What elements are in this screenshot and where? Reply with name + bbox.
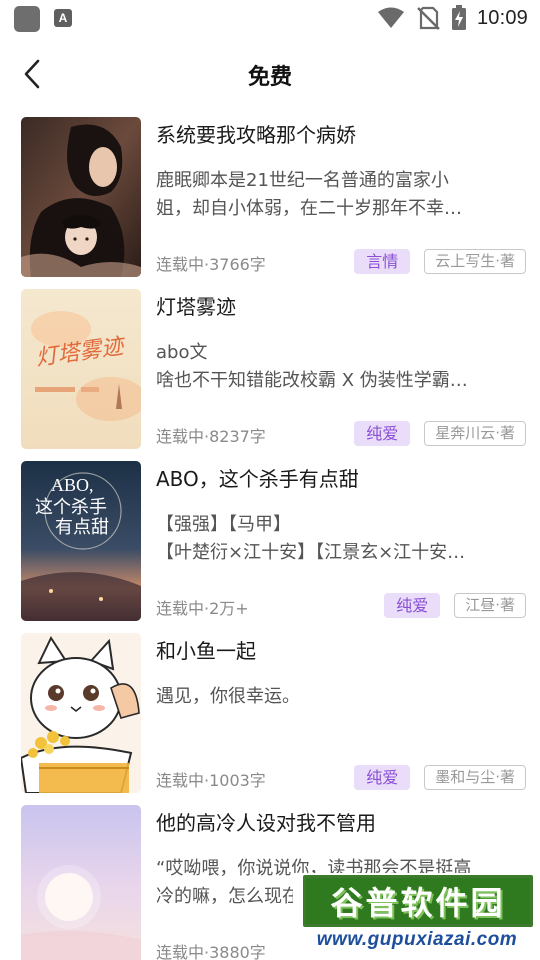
status-bar: A 10:09 — [0, 0, 540, 36]
book-list: 系统要我攻略那个病娇 鹿眠卿本是21世纪一名普通的富家小 姐，却自小体弱，在二十… — [0, 117, 540, 960]
app-header: 免费 — [0, 48, 540, 100]
battery-charging-icon — [451, 5, 466, 30]
book-cover[interactable] — [21, 117, 141, 277]
genre-tag: 言情 — [354, 249, 411, 274]
author-tag: 江昼·著 — [454, 593, 526, 618]
author-tag: 墨和与尘·著 — [424, 765, 526, 790]
cover-title-line: 这个杀手 — [35, 497, 107, 518]
status-icons: 10:09 — [377, 4, 528, 32]
book-description: 【强强】【马甲】 【叶楚衍×江十安】【江景玄×江十安… — [156, 514, 466, 563]
book-item[interactable]: ABO, 这个杀手 有点甜 ABO，这个杀手有点甜 【强强】【马甲】 【叶楚衍×… — [0, 461, 540, 633]
genre-tag: 纯爱 — [354, 421, 411, 446]
cover-title-line: ABO, — [51, 475, 94, 495]
book-description: 鹿眠卿本是21世纪一名普通的富家小 姐，却自小体弱，在二十岁那年不幸… — [156, 170, 462, 219]
book-status: 连载中·3880字 — [156, 943, 266, 960]
app-notification-icon — [14, 6, 40, 32]
book-status: 连载中·2万+ — [156, 599, 249, 618]
cover-title-line: 有点甜 — [55, 517, 109, 538]
a-notification-icon: A — [54, 9, 72, 27]
book-cover[interactable] — [21, 633, 141, 793]
book-status: 连载中·8237字 — [156, 427, 266, 446]
book-item[interactable]: 灯塔雾迹 灯塔雾迹 abo文 啥也不干知错能改校霸 X 伪装性学霸… 连载中·8… — [0, 289, 540, 461]
genre-tag: 纯爱 — [354, 765, 411, 790]
book-description: abo文 啥也不干知错能改校霸 X 伪装性学霸… — [156, 342, 468, 391]
status-time: 10:09 — [476, 6, 528, 29]
page-title: 免费 — [247, 65, 292, 90]
book-cover[interactable] — [21, 805, 141, 960]
watermark-logo: 谷普软件园 — [303, 875, 533, 927]
watermark: 谷普软件园 www.gupuxiazai.com — [293, 873, 540, 960]
book-title[interactable]: 系统要我攻略那个病娇 — [156, 119, 356, 148]
watermark-brand: 谷普软件园 — [330, 884, 506, 922]
book-status: 连载中·3766字 — [156, 255, 266, 274]
book-title[interactable]: 他的高冷人设对我不管用 — [156, 807, 376, 836]
genre-tag: 纯爱 — [384, 593, 441, 618]
author-tag: 云上写生·著 — [424, 249, 526, 274]
watermark-url: www.gupuxiazai.com — [316, 929, 518, 950]
no-sim-icon — [417, 6, 440, 30]
book-title[interactable]: 灯塔雾迹 — [156, 291, 236, 320]
book-title[interactable]: ABO，这个杀手有点甜 — [156, 463, 359, 492]
book-cover[interactable]: ABO, 这个杀手 有点甜 — [21, 461, 141, 621]
book-item[interactable]: 和小鱼一起 遇见，你很幸运。 连载中·1003字 纯爱 墨和与尘·著 — [0, 633, 540, 805]
author-tag: 星奔川云·著 — [424, 421, 526, 446]
book-description: 遇见，你很幸运。 — [156, 686, 300, 707]
wifi-icon — [377, 7, 404, 28]
book-status: 连载中·1003字 — [156, 771, 266, 790]
book-cover[interactable]: 灯塔雾迹 — [21, 289, 141, 449]
book-item[interactable]: 系统要我攻略那个病娇 鹿眠卿本是21世纪一名普通的富家小 姐，却自小体弱，在二十… — [0, 117, 540, 289]
book-title[interactable]: 和小鱼一起 — [156, 635, 256, 664]
